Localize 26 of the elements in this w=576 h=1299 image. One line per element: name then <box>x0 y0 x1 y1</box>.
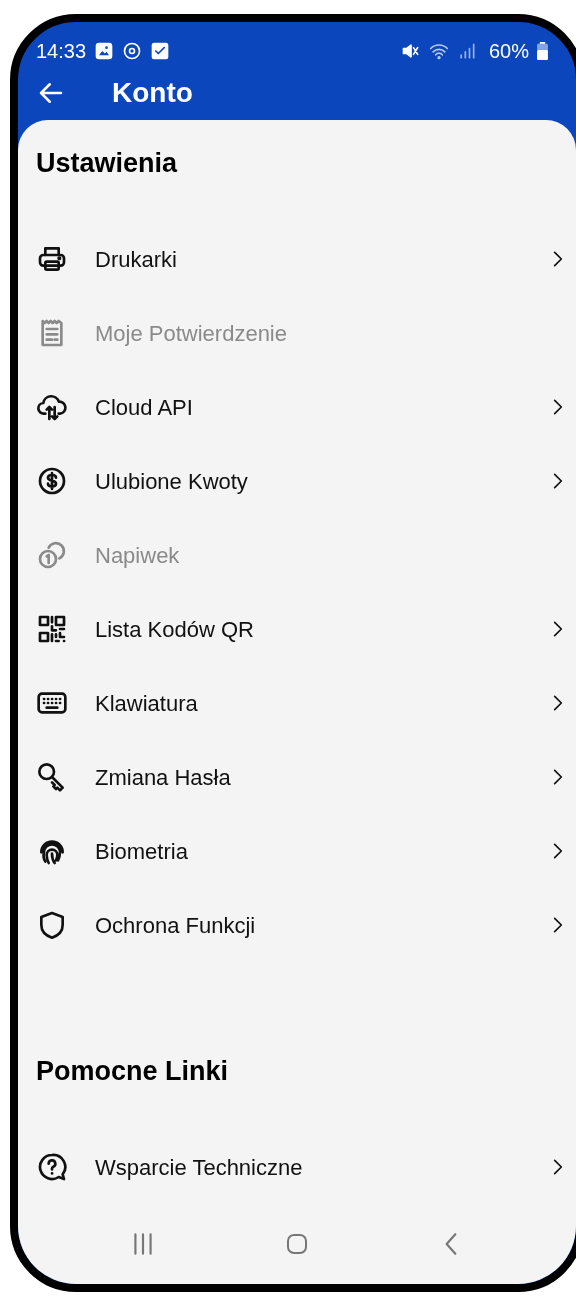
screen-title: Konto <box>112 76 193 110</box>
battery-percent: 60% <box>488 39 529 64</box>
circular-icon <box>122 41 143 61</box>
image-icon <box>94 41 115 61</box>
battery-icon <box>537 42 548 60</box>
settings-item[interactable]: Lista Kodów QR <box>18 592 576 666</box>
settings-item[interactable]: Zmiana Hasła <box>18 740 576 814</box>
settings-item[interactable]: Cloud API <box>18 370 576 444</box>
question-bubble-icon <box>36 1151 68 1183</box>
wifi-icon <box>428 41 449 61</box>
qr-code-icon <box>36 613 68 645</box>
settings-item[interactable]: Drukarki <box>18 222 576 296</box>
coins-icon <box>36 539 68 571</box>
section-heading: Pomocne Linki <box>35 1058 230 1085</box>
settings-item: Moje Potwierdzenie <box>18 296 576 370</box>
settings-item[interactable]: Biometria <box>18 814 576 888</box>
home-icon[interactable] <box>285 1232 309 1256</box>
settings-item[interactable]: Ulubione Kwoty <box>18 444 576 518</box>
settings-item: Napiwek <box>18 518 576 592</box>
dollar-circle-icon <box>36 465 68 497</box>
settings-item[interactable]: Klawiatura <box>18 666 576 740</box>
settings-item[interactable]: Wsparcie Techniczne <box>18 1130 576 1204</box>
section-heading: Ustawienia <box>35 150 179 177</box>
checkbox-icon <box>150 41 171 61</box>
status-time: 14:33 <box>36 39 87 64</box>
settings-item[interactable]: Ochrona Funkcji <box>18 888 576 962</box>
